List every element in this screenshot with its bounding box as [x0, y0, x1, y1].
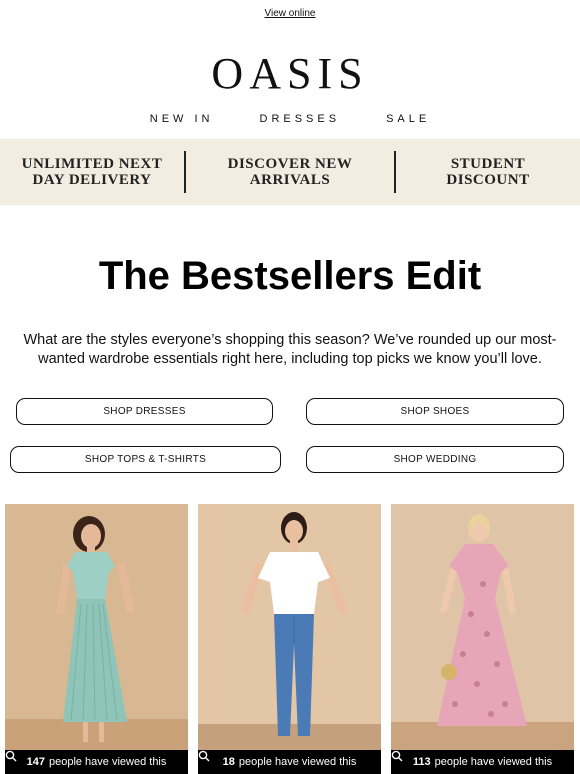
- view-online-bar: View online: [0, 8, 580, 19]
- promo-student-line1: STUDENT: [450, 156, 526, 172]
- search-icon: [198, 750, 210, 762]
- views-badge: 113 people have viewed this: [391, 750, 574, 774]
- nav-item-dresses[interactable]: DRESSES: [260, 113, 341, 125]
- intro-text: What are the styles everyone’s shopping …: [23, 332, 557, 367]
- promo-banner: UNLIMITED NEXT DAY DELIVERY DISCOVER NEW…: [0, 139, 580, 205]
- view-online-link[interactable]: View online: [265, 8, 316, 19]
- product-image-pink-floral-dress: [391, 504, 574, 774]
- views-text: people have viewed this: [48, 756, 167, 768]
- page-title: The Bestsellers Edit: [98, 254, 482, 298]
- product-image-tee-jeans: [198, 504, 381, 774]
- views-text: people have viewed this: [238, 756, 357, 768]
- views-count: 113: [412, 756, 431, 768]
- search-icon: [5, 750, 17, 762]
- main-nav: NEW IN DRESSES SALE: [0, 113, 580, 125]
- product-card[interactable]: 18 people have viewed this: [198, 504, 381, 774]
- views-count: 147: [26, 756, 45, 768]
- brand-logo[interactable]: OASIS: [0, 50, 580, 98]
- product-card[interactable]: 113 people have viewed this: [391, 504, 574, 774]
- promo-delivery-line1: UNLIMITED NEXT: [21, 156, 163, 172]
- views-count: 18: [222, 756, 235, 768]
- nav-item-new-in[interactable]: NEW IN: [150, 113, 214, 125]
- promo-new-arrivals[interactable]: DISCOVER NEW ARRIVALS: [186, 156, 394, 188]
- promo-student-discount[interactable]: STUDENT DISCOUNT: [396, 156, 580, 188]
- promo-arrivals-line1: DISCOVER NEW: [227, 156, 353, 172]
- search-icon: [391, 750, 403, 762]
- nav-item-sale[interactable]: SALE: [386, 113, 430, 125]
- product-image-sage-dress: [5, 504, 188, 774]
- shop-tops-button[interactable]: SHOP TOPS & T-SHIRTS: [10, 446, 281, 473]
- promo-arrivals-line2: ARRIVALS: [249, 172, 331, 188]
- shop-dresses-button[interactable]: SHOP DRESSES: [16, 398, 273, 425]
- views-text: people have viewed this: [434, 756, 553, 768]
- promo-delivery-line2: DAY DELIVERY: [32, 172, 152, 188]
- views-badge: 18 people have viewed this: [198, 750, 381, 774]
- views-badge: 147 people have viewed this: [5, 750, 188, 774]
- shop-shoes-button[interactable]: SHOP SHOES: [306, 398, 564, 425]
- promo-student-line2: DISCOUNT: [446, 172, 530, 188]
- product-card[interactable]: 147 people have viewed this: [5, 504, 188, 774]
- promo-delivery[interactable]: UNLIMITED NEXT DAY DELIVERY: [0, 156, 184, 188]
- shop-wedding-button[interactable]: SHOP WEDDING: [306, 446, 564, 473]
